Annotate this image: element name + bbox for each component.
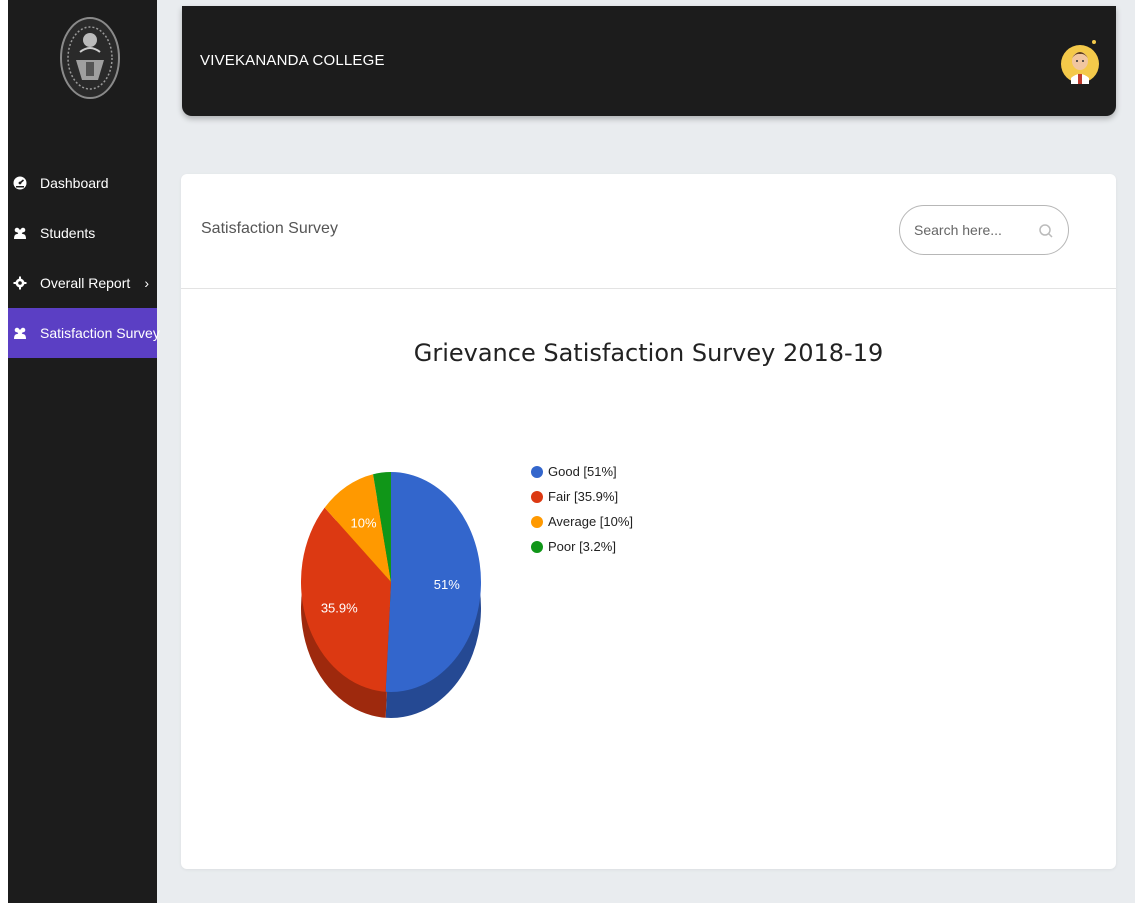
- sidebar-item-label: Satisfaction Survey: [40, 325, 160, 341]
- card-header: Satisfaction Survey: [181, 174, 1116, 289]
- sidebar-item-label: Students: [40, 225, 96, 241]
- card-title: Satisfaction Survey: [201, 220, 338, 237]
- legend-item-good[interactable]: Good [51%]: [531, 459, 633, 484]
- sidebar-item-dashboard[interactable]: Dashboard: [8, 158, 157, 208]
- legend-item-fair[interactable]: Fair [35.9%]: [531, 484, 633, 509]
- search-icon[interactable]: [1038, 223, 1054, 239]
- avatar[interactable]: [1060, 34, 1100, 90]
- pie-label-fair: 35.9%: [321, 601, 358, 616]
- legend-swatch: [531, 540, 543, 553]
- app-title: VIVEKANANDA COLLEGE: [200, 52, 385, 69]
- legend-label: Average [10%]: [548, 514, 634, 529]
- search-box[interactable]: [899, 205, 1069, 255]
- sidebar-nav: Dashboard Students Overall Report › Sati…: [8, 158, 160, 358]
- legend-swatch: [531, 515, 543, 528]
- sidebar-item-students[interactable]: Students: [8, 208, 157, 258]
- gear-icon: [13, 276, 27, 290]
- sidebar-item-label: Dashboard: [40, 175, 109, 191]
- dashboard-icon: [13, 176, 27, 190]
- search-input[interactable]: [912, 221, 1036, 239]
- chart-title: Grievance Satisfaction Survey 2018-19: [413, 339, 884, 367]
- legend-item-poor[interactable]: Poor [3.2%]: [531, 534, 633, 559]
- college-logo[interactable]: [58, 10, 122, 106]
- legend-label: Good [51%]: [548, 464, 617, 479]
- survey-card: Satisfaction Survey Grievance Satisfacti…: [181, 174, 1116, 869]
- pie-chart: 51% 35.9% 10%: [301, 464, 521, 724]
- sidebar-item-satisfaction-survey[interactable]: Satisfaction Survey: [8, 308, 160, 358]
- chart-legend: Good [51%] Fair [35.9%] Average [10%] Po…: [531, 459, 633, 559]
- pie-label-average: 10%: [351, 516, 377, 531]
- left-edge-strip: [0, 0, 8, 903]
- legend-swatch: [531, 490, 543, 503]
- legend-label: Poor [3.2%]: [548, 539, 616, 554]
- users-icon: [13, 226, 27, 240]
- top-header: VIVEKANANDA COLLEGE: [182, 6, 1116, 116]
- legend-swatch: [531, 465, 543, 478]
- sidebar: Dashboard Students Overall Report › Sati…: [8, 0, 160, 903]
- legend-item-average[interactable]: Average [10%]: [531, 509, 633, 534]
- chevron-right-icon[interactable]: ›: [144, 275, 149, 291]
- users-icon: [13, 326, 27, 340]
- pie-label-good: 51%: [434, 577, 460, 592]
- legend-label: Fair [35.9%]: [548, 489, 619, 504]
- sidebar-item-label: Overall Report: [40, 275, 131, 291]
- sidebar-item-overall-report[interactable]: Overall Report ›: [8, 258, 157, 308]
